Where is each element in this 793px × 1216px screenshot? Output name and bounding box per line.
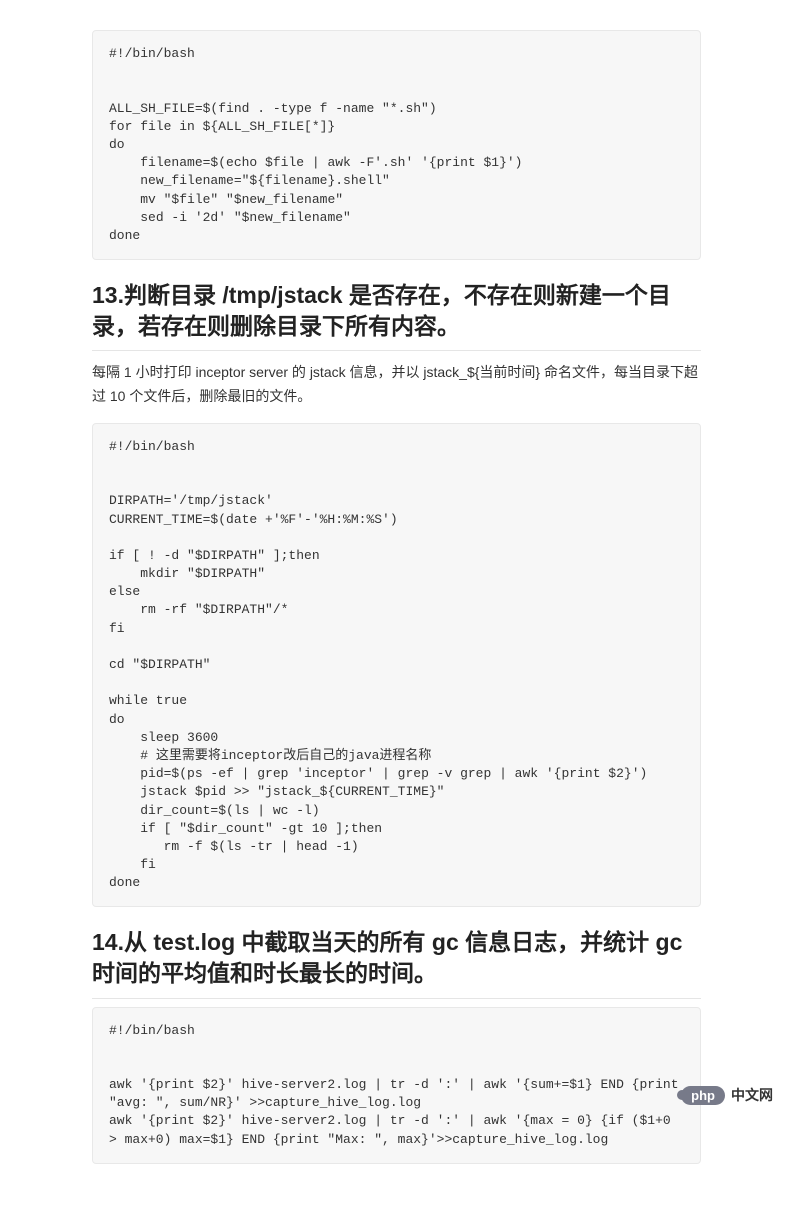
- document-page: #!/bin/bash ALL_SH_FILE=$(find . -type f…: [0, 0, 793, 1216]
- code-block-3: #!/bin/bash awk '{print $2}' hive-server…: [92, 1007, 701, 1164]
- heading-13: 13.判断目录 /tmp/jstack 是否存在，不存在则新建一个目录，若存在则…: [92, 280, 701, 351]
- footer-text: 中文网: [731, 1085, 773, 1105]
- code-block-1: #!/bin/bash ALL_SH_FILE=$(find . -type f…: [92, 30, 701, 260]
- heading-14: 14.从 test.log 中截取当天的所有 gc 信息日志，并统计 gc 时间…: [92, 927, 701, 998]
- paragraph-13: 每隔 1 小时打印 inceptor server 的 jstack 信息，并以…: [92, 361, 701, 409]
- php-pill: php: [681, 1086, 725, 1105]
- footer-badge: php 中文网: [681, 1085, 773, 1105]
- code-block-2: #!/bin/bash DIRPATH='/tmp/jstack' CURREN…: [92, 423, 701, 908]
